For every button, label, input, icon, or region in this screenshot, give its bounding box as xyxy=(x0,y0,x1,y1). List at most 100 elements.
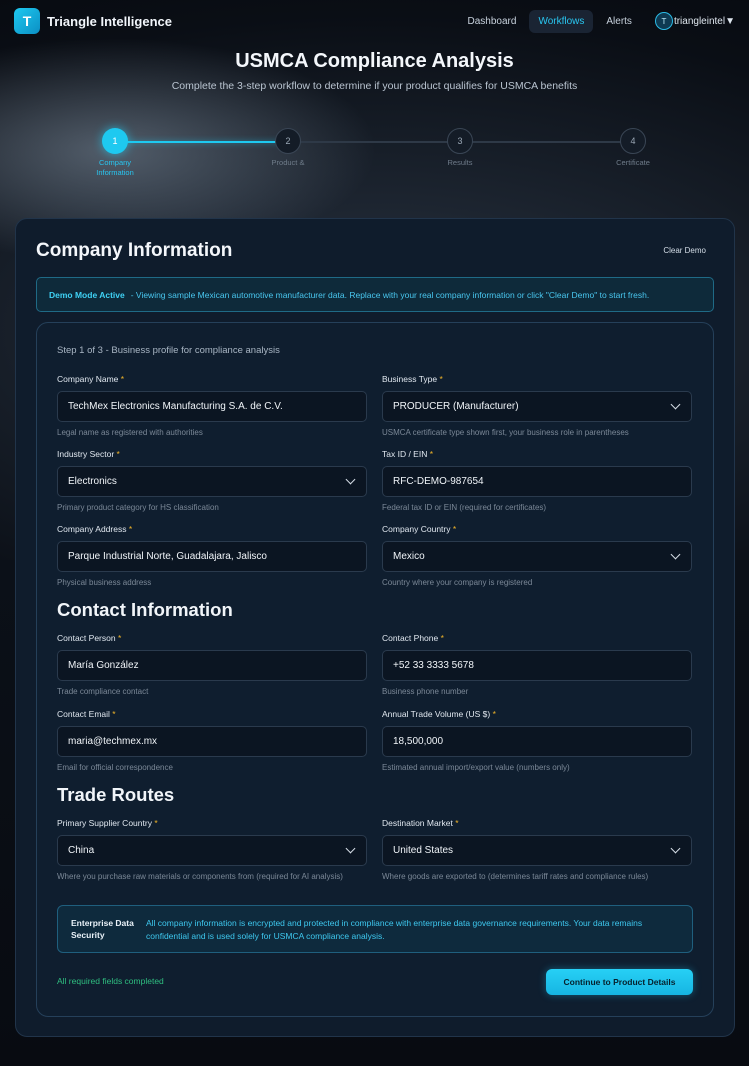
demo-mode-title: Demo Mode Active xyxy=(49,289,125,300)
brand-name[interactable]: Triangle Intelligence xyxy=(47,14,172,29)
page-subtitle: Complete the 3-step workflow to determin… xyxy=(171,80,578,92)
contact-person-label: Contact Person xyxy=(57,633,116,643)
business-type-help: USMCA certificate type shown first, your… xyxy=(382,428,629,437)
company-name-input[interactable]: TechMex Electronics Manufacturing S.A. d… xyxy=(57,391,367,422)
industry-sector-select[interactable]: Electronics xyxy=(57,466,367,497)
business-type-field: Business Type * PRODUCER (Manufacturer) … xyxy=(382,374,692,438)
required-mark: * xyxy=(154,818,158,828)
contact-section-title: Contact Information xyxy=(57,599,233,620)
nav-alerts[interactable]: Alerts xyxy=(597,10,641,33)
company-country-help: Country where your company is registered xyxy=(382,578,533,587)
card-title: Company Information xyxy=(36,240,233,261)
company-address-help: Physical business address xyxy=(57,578,152,587)
step-2-circle: 2 xyxy=(275,128,301,154)
destination-market-field: Destination Market * United States Where… xyxy=(382,818,692,882)
nav-dashboard[interactable]: Dashboard xyxy=(459,10,526,33)
tax-id-input[interactable]: RFC-DEMO-987654 xyxy=(382,466,692,497)
destination-market-help: Where goods are exported to (determines … xyxy=(382,872,649,881)
company-address-label: Company Address xyxy=(57,524,127,534)
step-4[interactable]: 4 Certificate xyxy=(598,128,668,168)
top-nav: T Triangle Intelligence Dashboard Workfl… xyxy=(0,0,749,42)
contact-phone-help: Business phone number xyxy=(382,687,469,696)
tax-id-help: Federal tax ID or EIN (required for cert… xyxy=(382,503,547,512)
supplier-country-label: Primary Supplier Country xyxy=(57,818,152,828)
contact-person-input[interactable]: María González xyxy=(57,650,367,681)
step-1[interactable]: 1 Company Information xyxy=(80,128,150,178)
step-1-circle: 1 xyxy=(102,128,128,154)
company-address-input[interactable]: Parque Industrial Norte, Guadalajara, Ja… xyxy=(57,541,367,572)
step-2[interactable]: 2 Product & xyxy=(253,128,323,168)
industry-sector-label: Industry Sector xyxy=(57,449,115,459)
industry-sector-help: Primary product category for HS classifi… xyxy=(57,503,219,512)
clear-demo-button[interactable]: Clear Demo xyxy=(663,246,706,255)
contact-phone-label: Contact Phone xyxy=(382,633,439,643)
contact-person-field: Contact Person * María González Trade co… xyxy=(57,633,367,697)
user-name: triangleintel xyxy=(673,15,726,27)
company-info-card: Company Information Clear Demo Demo Mode… xyxy=(15,218,735,1037)
trade-volume-help: Estimated annual import/export value (nu… xyxy=(382,763,570,772)
required-mark: * xyxy=(112,709,116,719)
demo-mode-banner: Demo Mode Active - Viewing sample Mexica… xyxy=(36,277,714,312)
contact-email-help: Email for official correspondence xyxy=(57,763,173,772)
company-name-label: Company Name xyxy=(57,374,119,384)
industry-sector-value: Electronics xyxy=(68,476,117,487)
required-mark: * xyxy=(492,709,496,719)
required-mark: * xyxy=(439,374,443,384)
required-mark: * xyxy=(429,449,434,459)
supplier-country-select[interactable]: China xyxy=(57,835,367,866)
company-country-field: Company Country * Mexico Country where y… xyxy=(382,524,692,588)
contact-phone-input[interactable]: +52 33 3333 5678 xyxy=(382,650,692,681)
chevron-down-icon xyxy=(670,399,681,410)
required-mark: * xyxy=(128,524,133,534)
user-menu[interactable]: T triangleintel ▼ xyxy=(654,12,735,30)
destination-market-label: Destination Market xyxy=(382,818,453,828)
contact-email-input[interactable]: maria@techmex.mx xyxy=(57,726,367,757)
step-4-circle: 4 xyxy=(620,128,646,154)
tax-id-field: Tax ID / EIN * RFC-DEMO-987654 Federal t… xyxy=(382,449,692,513)
trade-volume-input[interactable]: 18,500,000 xyxy=(382,726,692,757)
required-mark: * xyxy=(452,524,457,534)
step-1-label: Company Information xyxy=(96,158,134,177)
step-3-label: Results xyxy=(447,158,473,167)
supplier-country-help: Where you purchase raw materials or comp… xyxy=(57,872,343,881)
business-type-label: Business Type xyxy=(382,374,438,384)
company-name-field: Company Name * TechMex Electronics Manuf… xyxy=(57,374,367,438)
data-security-text: All company information is encrypted and… xyxy=(146,918,643,941)
business-type-value: PRODUCER (Manufacturer) xyxy=(393,401,519,412)
supplier-country-value: China xyxy=(68,845,95,856)
supplier-country-field: Primary Supplier Country * China Where y… xyxy=(57,818,367,882)
step-4-label: Certificate xyxy=(616,158,650,167)
trade-volume-field: Annual Trade Volume (US $) * 18,500,000 … xyxy=(382,709,692,773)
workflow-stepper: 1 Company Information 2 Product & 3 Resu… xyxy=(80,128,680,188)
required-mark: * xyxy=(120,374,125,384)
caret-down-icon: ▼ xyxy=(725,15,735,27)
required-mark: * xyxy=(455,818,459,828)
chevron-down-icon xyxy=(670,843,681,854)
contact-email-field: Contact Email * maria@techmex.mx Email f… xyxy=(57,709,367,773)
trade-routes-section-title: Trade Routes xyxy=(57,784,175,805)
trade-volume-label: Annual Trade Volume (US $) xyxy=(382,709,491,719)
company-country-select[interactable]: Mexico xyxy=(382,541,692,572)
demo-mode-message: - Viewing sample Mexican automotive manu… xyxy=(130,289,650,300)
avatar: T xyxy=(654,12,673,30)
required-mark: * xyxy=(117,633,122,643)
data-security-notice: Enterprise Data Security All company inf… xyxy=(57,905,693,953)
step-subtitle: Step 1 of 3 - Business profile for compl… xyxy=(57,345,280,356)
required-mark: * xyxy=(116,449,120,459)
page-title: USMCA Compliance Analysis xyxy=(235,50,514,72)
logo-icon[interactable]: T xyxy=(14,8,40,34)
form-status: All required fields completed xyxy=(57,976,164,986)
nav-workflows[interactable]: Workflows xyxy=(529,9,594,33)
chevron-down-icon xyxy=(670,549,681,560)
continue-button[interactable]: Continue to Product Details xyxy=(546,969,693,995)
company-country-value: Mexico xyxy=(393,551,425,562)
step-3[interactable]: 3 Results xyxy=(425,128,495,168)
contact-person-help: Trade compliance contact xyxy=(57,687,149,696)
company-address-field: Company Address * Parque Industrial Nort… xyxy=(57,524,367,588)
company-country-label: Company Country xyxy=(382,524,451,534)
required-mark: * xyxy=(440,633,444,643)
data-security-title: Enterprise Data Security xyxy=(71,918,134,940)
company-form: Step 1 of 3 - Business profile for compl… xyxy=(36,322,714,1017)
destination-market-select[interactable]: United States xyxy=(382,835,692,866)
business-type-select[interactable]: PRODUCER (Manufacturer) xyxy=(382,391,692,422)
